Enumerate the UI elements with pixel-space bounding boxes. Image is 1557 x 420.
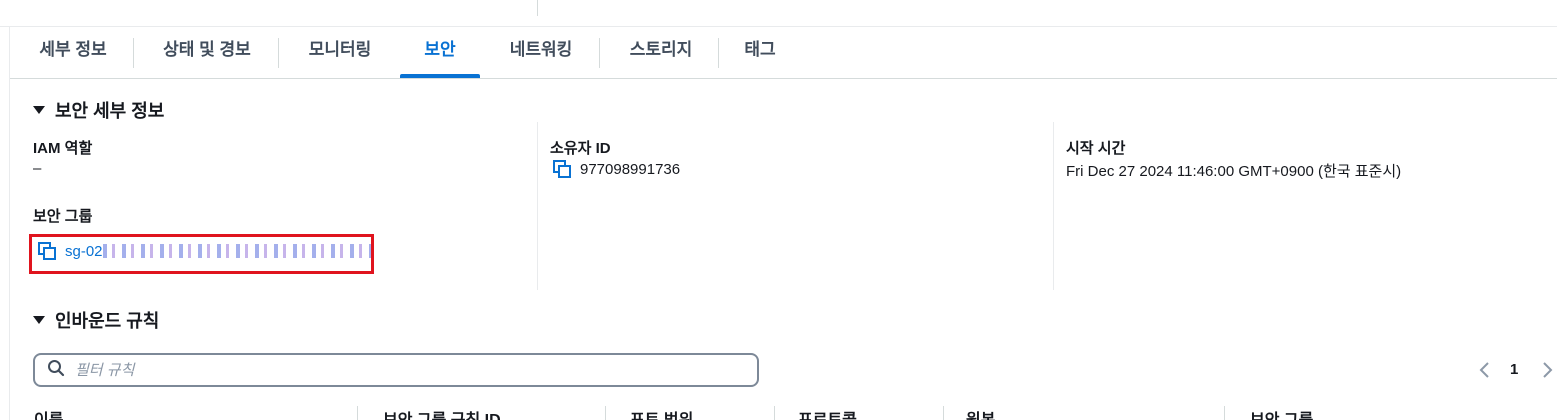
column-divider[interactable] — [357, 406, 358, 420]
rules-table-header: 이름 보안 그룹 규칙 ID 포트 범위 프로토콜 원본 보안 그룹 — [10, 402, 1557, 420]
launch-time-label: 시작 시간 — [1066, 140, 1126, 157]
caret-down-icon — [33, 106, 45, 114]
column-divider[interactable] — [943, 406, 944, 420]
tab-monitoring[interactable]: 모니터링 — [302, 26, 378, 78]
filter-rules-search[interactable] — [33, 353, 759, 387]
chevron-left-icon[interactable] — [1478, 360, 1492, 380]
tab-divider — [133, 38, 134, 68]
copy-icon[interactable] — [553, 160, 571, 178]
tab-label: 네트워킹 — [509, 40, 573, 59]
owner-id-text: 977098991736 — [580, 160, 681, 178]
panel-left-border — [9, 26, 10, 420]
security-groups-label: 보안 그룹 — [33, 208, 93, 225]
column-divider[interactable] — [1224, 406, 1225, 420]
inbound-rules-header[interactable]: 인바운드 규칙 — [33, 307, 159, 333]
tab-divider — [278, 38, 279, 68]
top-panel-edge — [0, 0, 1557, 27]
column-divider — [1053, 122, 1054, 290]
column-source[interactable]: 원본 — [966, 406, 995, 420]
tab-label: 태그 — [744, 40, 776, 59]
section-title: 보안 세부 정보 — [55, 101, 165, 121]
iam-role-label: IAM 역할 — [33, 140, 93, 157]
tab-bar: 세부 정보 상태 및 경보 모니터링 보안 네트워킹 스토리지 태그 — [10, 26, 1557, 79]
tab-label: 상태 및 경보 — [163, 40, 251, 59]
column-security-group[interactable]: 보안 그룹 — [1250, 406, 1313, 420]
caret-down-icon — [33, 316, 45, 324]
iam-role-value: – — [33, 160, 42, 177]
owner-id-value: 977098991736 — [553, 160, 680, 178]
column-divider — [537, 122, 538, 290]
tab-networking[interactable]: 네트워킹 — [502, 26, 580, 78]
filter-rules-input[interactable] — [75, 361, 675, 379]
top-divider — [537, 0, 538, 16]
search-icon — [47, 359, 65, 382]
owner-id-label: 소유자 ID — [550, 140, 611, 157]
column-port-range[interactable]: 포트 범위 — [630, 406, 693, 420]
tab-security[interactable]: 보안 — [400, 26, 480, 78]
column-divider[interactable] — [774, 406, 775, 420]
tab-label: 보안 — [424, 40, 456, 59]
tab-status-alarms[interactable]: 상태 및 경보 — [156, 26, 258, 78]
active-tab-indicator — [400, 74, 480, 78]
highlight-box — [29, 234, 374, 274]
page-number[interactable]: 1 — [1510, 361, 1518, 378]
security-details-header[interactable]: 보안 세부 정보 — [33, 97, 164, 123]
column-name[interactable]: 이름 — [34, 406, 63, 420]
column-divider[interactable] — [605, 406, 606, 420]
tab-tags[interactable]: 태그 — [738, 26, 782, 78]
tab-label: 세부 정보 — [39, 40, 107, 59]
tab-label: 모니터링 — [308, 40, 372, 59]
tab-divider — [599, 38, 600, 68]
tab-divider — [718, 38, 719, 68]
tab-details[interactable]: 세부 정보 — [34, 26, 112, 78]
tab-label: 스토리지 — [629, 40, 693, 59]
column-rule-id[interactable]: 보안 그룹 규칙 ID — [383, 406, 501, 420]
tab-storage[interactable]: 스토리지 — [622, 26, 700, 78]
chevron-right-icon[interactable] — [1540, 360, 1554, 380]
section-title: 인바운드 규칙 — [55, 311, 160, 331]
launch-time-value: Fri Dec 27 2024 11:46:00 GMT+0900 (한국 표준… — [1066, 163, 1402, 180]
column-protocol[interactable]: 프로토콜 — [798, 406, 857, 420]
